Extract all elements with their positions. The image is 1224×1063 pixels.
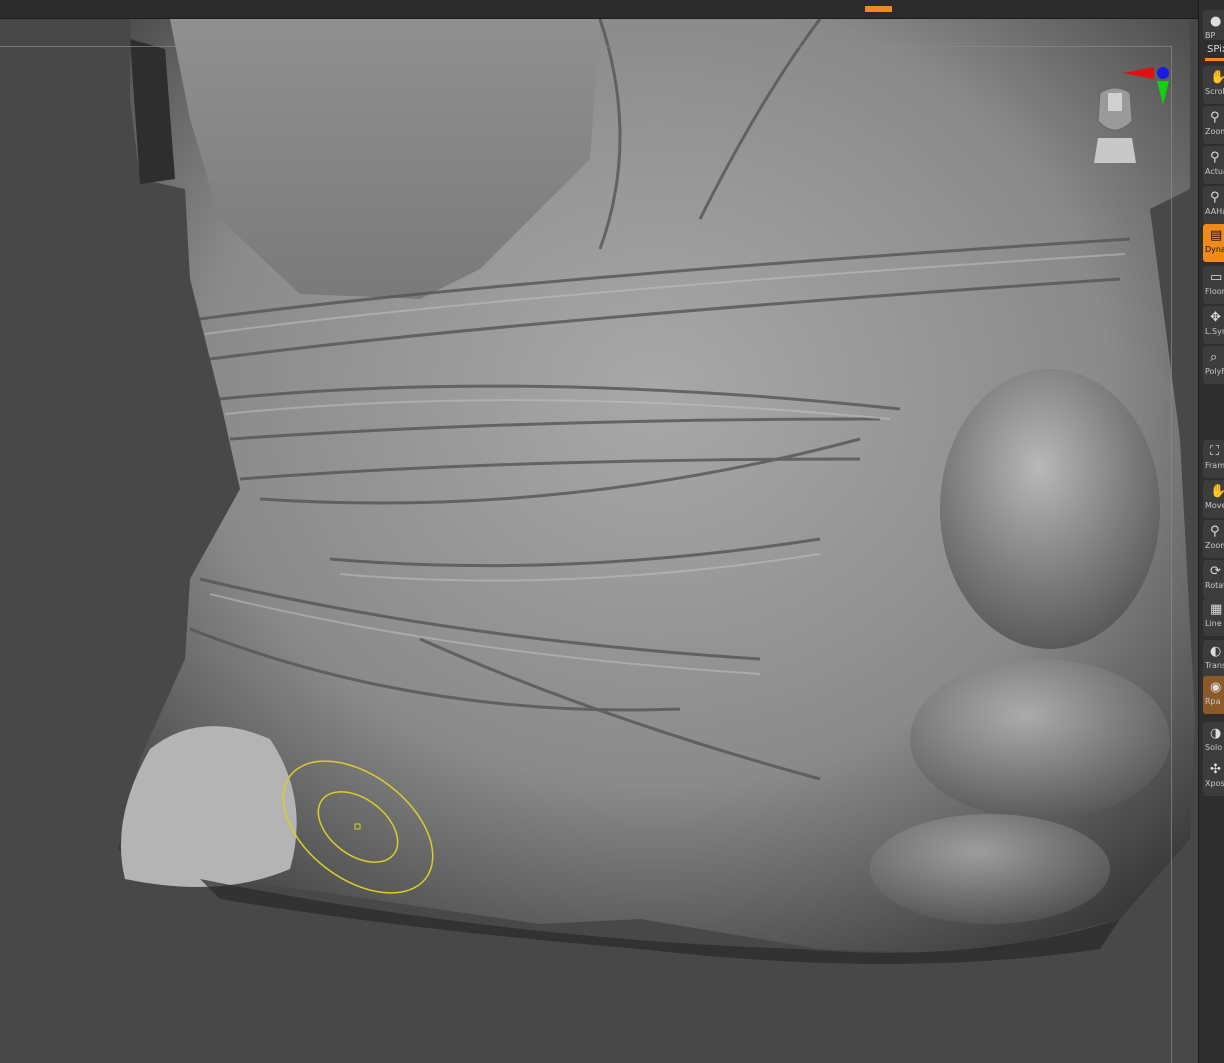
shelf-button-dynamic-persp[interactable]: ▤ Dynamic Persp [1203, 224, 1224, 262]
shelf-button-label: Rotate [1205, 581, 1224, 590]
shelf-button-zoom3d[interactable]: ⚲ Zoom3D [1203, 520, 1224, 558]
shelf-button-label: Floor [1205, 287, 1224, 296]
shelf-button-label: Solo [1205, 743, 1223, 752]
magnifier-icon: ⚲ [1210, 110, 1220, 125]
shelf-button-label: Line Fill PolyF [1205, 619, 1224, 628]
navigation-gizmo[interactable] [1090, 63, 1180, 173]
magnifier-icon: ⚲ [1210, 190, 1220, 205]
shelf-button-l-sym[interactable]: ✥ L.Sym [1203, 306, 1224, 344]
shelf-button-rpa[interactable]: ◉ Rpa [1203, 676, 1224, 714]
floor-icon: ▭ [1210, 270, 1223, 285]
shelf-button-label: AAHalf [1205, 207, 1224, 216]
shelf-button-zoom[interactable]: ⚲ Zoom [1203, 106, 1224, 144]
shelf-button-aahalf[interactable]: ⚲ AAHalf [1203, 186, 1224, 224]
frame-icon: ⛶ [1210, 444, 1220, 459]
sculpt-viewport[interactable] [0, 19, 1198, 1063]
shelf-button-line-fill-polyf[interactable]: ▦ Line Fill PolyF [1203, 598, 1224, 636]
top-menu-bar [0, 0, 1224, 19]
spix-slider[interactable] [1205, 58, 1224, 61]
hand-icon: ✋ [1210, 70, 1224, 85]
shelf-button-label: Zoom [1205, 127, 1224, 136]
spix-label: SPix [1207, 44, 1224, 55]
shelf-button-label: Frame [1205, 461, 1224, 470]
shelf-button-move[interactable]: ✋ Move [1203, 480, 1224, 518]
document-frame-top [0, 46, 1172, 47]
rotate-icon: ⟳ [1210, 564, 1221, 579]
head-orientation-icon [1094, 87, 1136, 163]
grid-icon: ▦ [1210, 602, 1223, 617]
shelf-button-label: Zoom3D [1205, 541, 1224, 550]
shelf-button-label: Move [1205, 501, 1224, 510]
shelf-button-label: Dynamic Persp [1205, 245, 1224, 254]
shelf-button-label: L.Sym [1205, 327, 1224, 336]
symmetry-icon: ✥ [1210, 310, 1221, 325]
shelf-button-actual[interactable]: ⚲ Actual [1203, 146, 1224, 184]
document-frame-right [1171, 46, 1172, 1063]
z-axis-icon [1157, 67, 1169, 79]
toggle-icon: ◑ [1210, 726, 1222, 741]
shelf-button-solo[interactable]: ◑ Solo [1203, 722, 1224, 760]
y-axis-icon [1157, 81, 1169, 105]
shelf-button-transp[interactable]: ◐ Transp [1203, 640, 1224, 678]
magnifier-icon: ⚲ [1210, 524, 1220, 539]
transparency-icon: ◐ [1210, 644, 1222, 659]
timeline-marker[interactable] [865, 6, 892, 12]
shelf-button-scroll[interactable]: ✋ Scroll [1203, 66, 1224, 104]
material-button[interactable]: ● BP [1203, 10, 1224, 40]
shelf-button-label: Transp [1205, 661, 1224, 670]
shelf-button-label: Actual [1205, 167, 1224, 176]
perspective-icon: ▤ [1210, 228, 1223, 243]
shelf-button-frame[interactable]: ⛶ Frame [1203, 440, 1224, 478]
shelf-button-rotate[interactable]: ⟳ Rotate [1203, 560, 1224, 598]
hand-icon: ✋ [1210, 484, 1224, 499]
shelf-button-xpose[interactable]: ✣ Xpose [1203, 758, 1224, 796]
xpose-icon: ✣ [1210, 762, 1221, 777]
shelf-button-floor[interactable]: ▭ Floor [1203, 266, 1224, 304]
polyframe-icon: ⌕ [1210, 350, 1218, 365]
shelf-button-polyf[interactable]: ⌕ PolyF [1203, 346, 1224, 384]
sculpt-model [118, 19, 1195, 964]
shelf-button-label: Scroll [1205, 87, 1224, 96]
x-axis-icon [1123, 67, 1154, 79]
shelf-button-label: PolyF [1205, 367, 1224, 376]
shelf-button-label: Rpa [1205, 697, 1221, 706]
material-sphere-icon: ● [1210, 14, 1222, 29]
solo-icon: ◉ [1210, 680, 1222, 695]
shelf-button-label: Xpose [1205, 779, 1224, 788]
right-shelf: ● BP SPix ✋ Scroll ⚲ Zoom ⚲ Actual ⚲ AAHalf ▤ Dyn… [1198, 0, 1224, 1063]
magnifier-icon: ⚲ [1210, 150, 1220, 165]
